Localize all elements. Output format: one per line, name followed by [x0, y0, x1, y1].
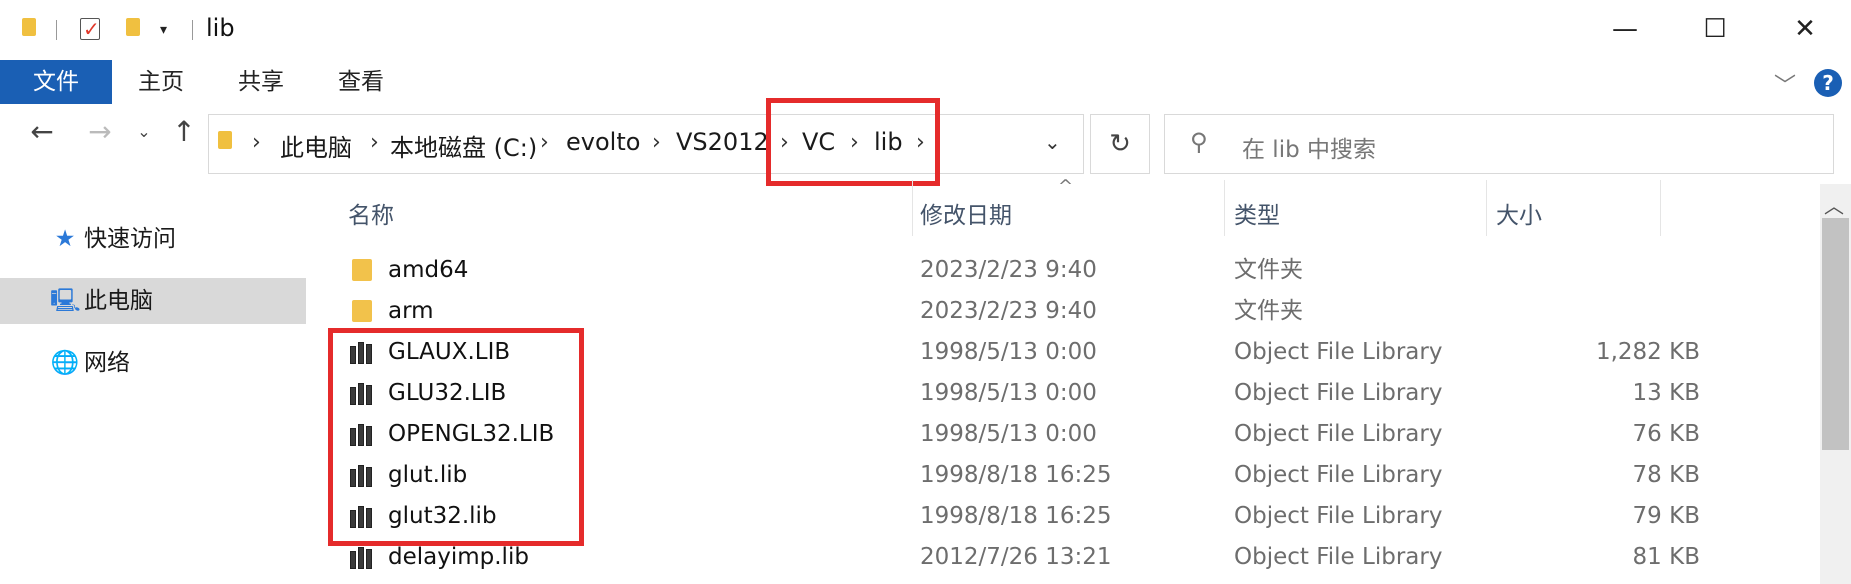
column-divider[interactable]: [1224, 180, 1225, 236]
search-input[interactable]: 在 lib 中搜索: [1242, 130, 1376, 164]
file-date: 1998/8/18 16:25: [920, 503, 1112, 529]
column-divider[interactable]: [1486, 180, 1487, 236]
title-bar: [0, 0, 1851, 58]
refresh-button[interactable]: ↻: [1090, 114, 1150, 174]
file-type: Object File Library: [1234, 544, 1443, 570]
close-button[interactable]: ✕: [1760, 0, 1850, 58]
column-divider[interactable]: [912, 180, 913, 236]
tab-view[interactable]: 查看: [338, 60, 384, 104]
recent-locations-chevron-icon[interactable]: ⌄: [132, 112, 156, 152]
breadcrumb-evolto[interactable]: evolto: [566, 128, 640, 156]
file-type: Object File Library: [1234, 380, 1443, 406]
file-date: 2012/7/26 13:21: [920, 544, 1112, 570]
column-header-name[interactable]: 名称: [348, 196, 394, 230]
highlight-annotation-files: [328, 328, 584, 546]
customize-quick-access-icon[interactable]: ▾: [160, 22, 167, 38]
window-title: lib: [206, 14, 235, 42]
scrollbar-thumb[interactable]: [1822, 218, 1849, 450]
star-icon: ★: [54, 226, 76, 252]
new-folder-icon[interactable]: [126, 18, 140, 36]
sidebar-item-label: 此电脑: [84, 288, 153, 314]
expand-ribbon-chevron-icon[interactable]: ﹀: [1774, 68, 1796, 100]
breadcrumb-separator-icon[interactable]: ›: [252, 130, 261, 155]
file-date: 1998/5/13 0:00: [920, 421, 1097, 447]
file-type: 文件夹: [1234, 257, 1303, 283]
divider: [56, 20, 57, 40]
breadcrumb-separator-icon[interactable]: ›: [540, 130, 549, 155]
sidebar-item-quick-access[interactable]: ★ 快速访问: [50, 216, 310, 262]
maximize-button[interactable]: ☐: [1670, 0, 1760, 58]
folder-icon: [352, 300, 372, 322]
sidebar-item-label: 快速访问: [84, 226, 176, 252]
list-item[interactable]: arm 2023/2/23 9:40 文件夹: [330, 291, 1800, 331]
breadcrumb-vs2012[interactable]: VS2012: [676, 128, 769, 156]
highlight-annotation-breadcrumb: [766, 98, 940, 186]
sort-ascending-icon: ^: [1058, 176, 1074, 197]
minimize-button[interactable]: —: [1580, 0, 1670, 58]
file-type: 文件夹: [1234, 298, 1303, 324]
sidebar-item-network[interactable]: 🌐 网络: [50, 340, 310, 386]
scroll-up-chevron-icon[interactable]: ︿: [1824, 190, 1844, 219]
search-icon: ⚲: [1190, 128, 1208, 156]
file-type: Object File Library: [1234, 421, 1443, 447]
folder-icon: [218, 131, 232, 149]
tab-home[interactable]: 主页: [138, 60, 184, 104]
breadcrumb-local-disk[interactable]: 本地磁盘 (C:): [390, 128, 537, 163]
column-header-size[interactable]: 大小: [1496, 196, 1542, 230]
breadcrumb-this-pc[interactable]: 此电脑: [280, 128, 352, 163]
back-button[interactable]: ←: [22, 112, 62, 152]
file-size: 76 KB: [1632, 421, 1700, 447]
computer-icon: 🖳: [50, 288, 81, 314]
file-date: 1998/5/13 0:00: [920, 339, 1097, 365]
column-header-date[interactable]: 修改日期: [920, 196, 1012, 230]
folder-icon: [22, 18, 36, 36]
network-icon: 🌐: [50, 350, 80, 376]
divider: [192, 20, 193, 40]
properties-icon[interactable]: ✓: [80, 17, 100, 41]
sidebar-item-this-pc[interactable]: 🖳 此电脑: [0, 278, 306, 324]
file-name: arm: [388, 298, 434, 324]
file-size: 1,282 KB: [1595, 339, 1700, 365]
address-history-chevron-icon[interactable]: ⌄: [1044, 130, 1061, 154]
file-size: 78 KB: [1632, 462, 1700, 488]
file-type: Object File Library: [1234, 339, 1443, 365]
file-size: 13 KB: [1632, 380, 1700, 406]
file-date: 1998/5/13 0:00: [920, 380, 1097, 406]
breadcrumb-separator-icon[interactable]: ›: [370, 130, 379, 155]
column-divider[interactable]: [1660, 180, 1661, 236]
list-item[interactable]: amd64 2023/2/23 9:40 文件夹: [330, 250, 1800, 290]
tab-share[interactable]: 共享: [238, 60, 284, 104]
tab-file[interactable]: 文件: [0, 60, 112, 104]
folder-icon: [352, 259, 372, 281]
file-type: Object File Library: [1234, 503, 1443, 529]
file-size: 81 KB: [1632, 544, 1700, 570]
sidebar-item-label: 网络: [84, 350, 130, 376]
file-date: 2023/2/23 9:40: [920, 257, 1097, 283]
forward-button[interactable]: →: [80, 112, 120, 152]
breadcrumb-separator-icon[interactable]: ›: [652, 130, 661, 155]
file-date: 2023/2/23 9:40: [920, 298, 1097, 324]
help-button[interactable]: ?: [1814, 69, 1842, 97]
file-name: amd64: [388, 257, 469, 283]
file-type: Object File Library: [1234, 462, 1443, 488]
up-button[interactable]: ↑: [164, 112, 204, 152]
library-icon: [350, 547, 376, 569]
file-date: 1998/8/18 16:25: [920, 462, 1112, 488]
file-size: 79 KB: [1632, 503, 1700, 529]
column-header-type[interactable]: 类型: [1234, 196, 1280, 230]
